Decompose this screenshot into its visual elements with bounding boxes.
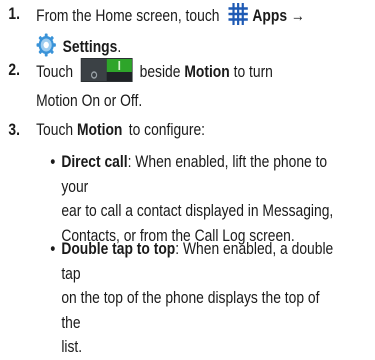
- option-text: Double tap to top: When enabled, a doubl…: [61, 237, 336, 360]
- step-prefix: From the Home screen, touch: [36, 7, 220, 25]
- settings-label: Settings: [62, 38, 118, 56]
- step-end: .: [117, 38, 122, 56]
- touch-word: Touch: [36, 121, 74, 139]
- bullet: •: [50, 240, 56, 258]
- touch-word: Touch: [36, 63, 74, 81]
- step-suffix: to turn: [233, 63, 273, 81]
- step-number: 2.: [8, 61, 20, 79]
- instruction-page: 1. From the Home screen, touch Apps → Se…: [0, 0, 375, 356]
- option-title: Direct call: [61, 153, 128, 171]
- step-number: 1.: [8, 5, 20, 23]
- option-text: Direct call: When enabled, lift the phon…: [61, 150, 336, 248]
- option-line-3: list.: [61, 338, 83, 356]
- step-text: Touch Motion to configure:: [36, 118, 355, 142]
- apps-grid-icon: [227, 2, 249, 33]
- beside-word: beside: [139, 63, 181, 81]
- motion-label: Motion: [76, 121, 123, 139]
- step-suffix: to configure:: [128, 121, 206, 139]
- step-line-2: Motion On or Off.: [36, 92, 143, 110]
- arrow-symbol: →: [290, 7, 305, 25]
- apps-label: Apps: [252, 7, 288, 25]
- option-line-2: ear to call a contact displayed in Messa…: [61, 202, 334, 220]
- step-number: 3.: [8, 121, 20, 139]
- option-line-2: on the top of the phone displays the top…: [61, 289, 320, 332]
- step-text: Touch beside Motion to turn Motion On or…: [36, 58, 355, 113]
- option-title: Double tap to top: [61, 240, 176, 258]
- motion-toggle-switch-icon: [80, 58, 133, 89]
- bullet: •: [50, 153, 56, 171]
- step-text: From the Home screen, touch Apps → Setti…: [36, 2, 355, 64]
- motion-label: Motion: [184, 63, 230, 81]
